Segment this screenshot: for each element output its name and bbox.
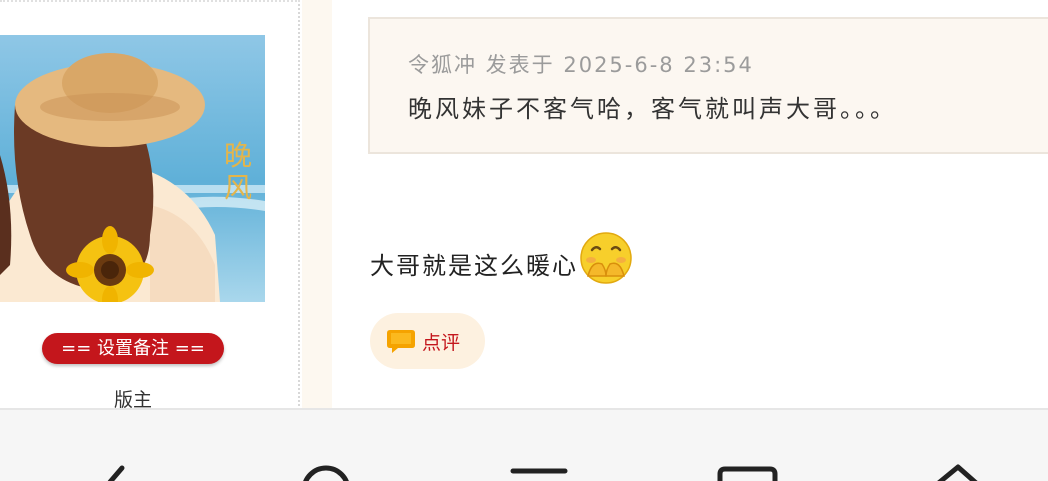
- shy-face-emoji-icon: [580, 232, 632, 284]
- comment-button[interactable]: 点评: [370, 313, 485, 369]
- bottom-navigation-bar: [0, 408, 1048, 481]
- comment-button-label: 点评: [422, 331, 461, 354]
- avatar[interactable]: 晚 风: [0, 35, 265, 302]
- column-separator: [302, 0, 332, 410]
- author-column: 晚 风 == 设置备注 == 版主: [0, 0, 300, 411]
- speech-bubble-icon: [387, 330, 415, 353]
- quote-text: 晚风妹子不客气哈，客气就叫声大哥。。。: [408, 95, 897, 123]
- reply-text: 大哥就是这么暖心: [370, 252, 578, 280]
- back-icon[interactable]: [92, 460, 162, 481]
- svg-text:风: 风: [224, 171, 252, 204]
- avatar-girl-sunflower-icon: 晚 风: [0, 35, 265, 302]
- tabs-icon[interactable]: [712, 460, 782, 481]
- quote-block: 令狐冲 发表于 2025-6-8 23:54 晚风妹子不客气哈，客气就叫声大哥。…: [368, 17, 1048, 154]
- search-icon[interactable]: [292, 460, 362, 481]
- menu-icon[interactable]: [505, 460, 575, 481]
- quote-meta: 令狐冲 发表于 2025-6-8 23:54: [408, 53, 754, 77]
- reply-content: 大哥就是这么暖心: [370, 226, 634, 286]
- divider: [0, 0, 300, 2]
- home-icon[interactable]: [922, 460, 992, 481]
- set-note-button[interactable]: == 设置备注 ==: [42, 333, 224, 364]
- svg-text:晚: 晚: [224, 139, 252, 172]
